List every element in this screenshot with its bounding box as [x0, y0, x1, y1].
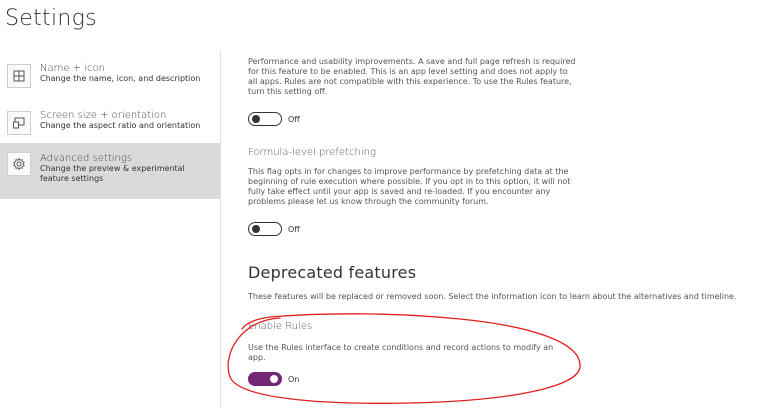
grid-icon: [7, 64, 31, 88]
toggle-state-label: Off: [288, 224, 300, 234]
formula-prefetch-title: Formula-level prefetching: [248, 147, 376, 158]
sidebar-item-advanced-settings[interactable]: Advanced settings Change the preview & e…: [0, 143, 220, 199]
feature-toggle[interactable]: [248, 112, 282, 126]
toggle-state-label: On: [288, 374, 300, 384]
toggle-knob: [252, 115, 260, 123]
page-title: Settings: [5, 6, 97, 31]
enable-rules-description: Use the Rules interface to create condit…: [248, 343, 554, 362]
sidebar-item-screen-size[interactable]: Screen size + orientation Change the asp…: [0, 105, 220, 145]
deprecated-features-description: These features will be replaced or remov…: [248, 292, 737, 301]
formula-prefetch-description: This flag opts in for changes to improve…: [248, 167, 571, 206]
gear-icon: [7, 152, 31, 176]
deprecated-features-heading: Deprecated features: [248, 263, 417, 282]
settings-sidebar: Name + icon Change the name, icon, and d…: [0, 50, 220, 408]
feature-toggle-row: Off: [248, 112, 300, 126]
screen-orientation-icon: [7, 111, 31, 135]
enable-rules-title: Enable Rules: [248, 321, 313, 332]
toggle-knob: [270, 375, 278, 383]
enable-rules-toggle-row: On: [248, 372, 299, 386]
toggle-state-label: Off: [288, 114, 300, 124]
sidebar-item-title: Advanced settings: [40, 153, 133, 164]
sidebar-item-name-icon[interactable]: Name + icon Change the name, icon, and d…: [0, 58, 220, 98]
formula-prefetch-toggle[interactable]: [248, 222, 282, 236]
toggle-knob: [252, 225, 260, 233]
formula-prefetch-toggle-row: Off: [248, 222, 300, 236]
sidebar-item-description: Change the preview & experimental featur…: [40, 164, 185, 183]
sidebar-item-title: Screen size + orientation: [40, 110, 167, 121]
sidebar-item-description: Change the name, icon, and description: [40, 74, 201, 83]
sidebar-item-description: Change the aspect ratio and orientation: [40, 121, 201, 130]
enable-rules-toggle[interactable]: [248, 372, 282, 386]
feature-description: Performance and usability improvements. …: [248, 57, 576, 96]
settings-content: Performance and usability improvements. …: [248, 0, 758, 408]
sidebar-item-title: Name + icon: [40, 63, 105, 74]
sidebar-divider: [220, 50, 221, 408]
